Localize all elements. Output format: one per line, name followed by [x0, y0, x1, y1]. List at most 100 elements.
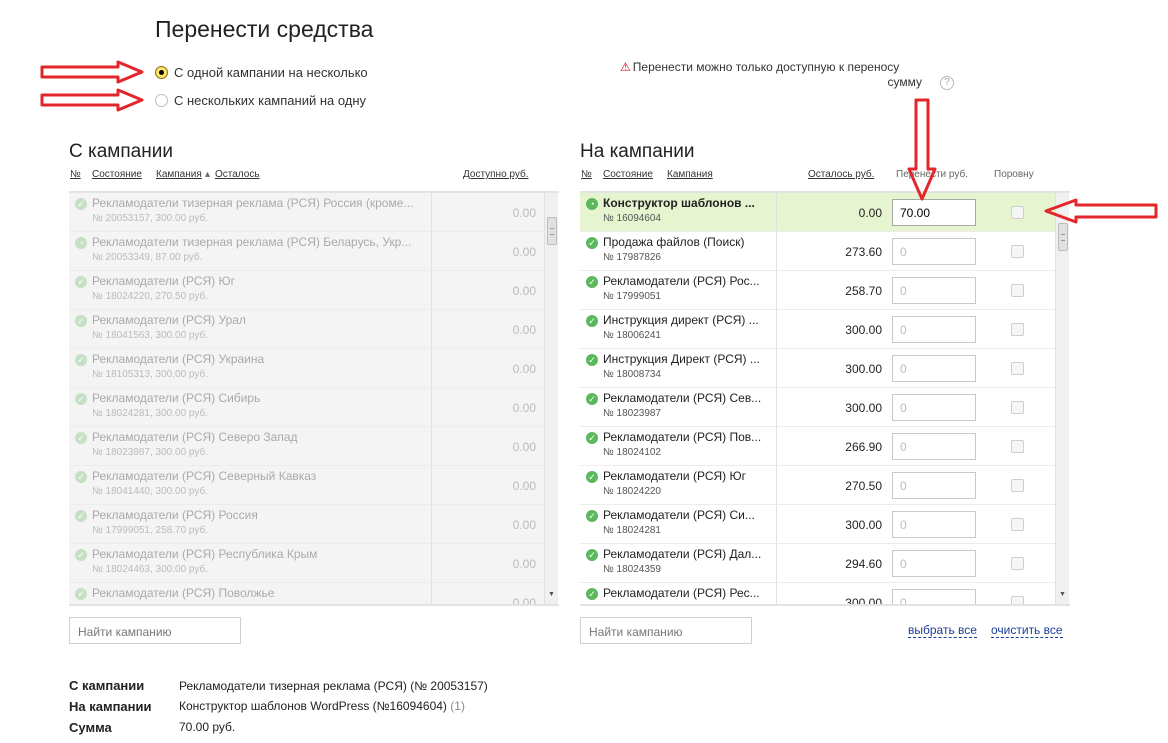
down-arrow-icon: [907, 98, 937, 201]
from-col-num[interactable]: №: [70, 169, 81, 180]
from-campaign-table: ✓ Рекламодатели тизерная реклама (РСЯ) Р…: [69, 191, 559, 606]
remaining-value: 273.60: [845, 245, 882, 259]
to-table-scrollbar[interactable]: ▼: [1055, 193, 1069, 604]
available-value: 0.00: [512, 401, 536, 415]
from-col-available[interactable]: Доступно руб.: [463, 169, 528, 180]
equal-checkbox[interactable]: [1011, 245, 1024, 258]
campaign-name: Рекламодатели (РСЯ) Россия: [92, 508, 258, 522]
from-col-remaining[interactable]: Осталось: [215, 169, 260, 180]
check-icon: ✓: [586, 393, 598, 405]
transfer-amount-input[interactable]: 0: [892, 550, 976, 577]
available-value: 0.00: [512, 518, 536, 532]
scroll-down-icon[interactable]: ▼: [1059, 591, 1066, 598]
equal-checkbox[interactable]: [1011, 518, 1024, 531]
table-row[interactable]: ✓ Рекламодатели (РСЯ) Дал... № 18024359 …: [580, 544, 1055, 583]
table-row[interactable]: ✓ Инструкция Директ (РСЯ) ... № 18008734…: [580, 349, 1055, 388]
table-row[interactable]: ✓ Продажа файлов (Поиск) № 17987826 273.…: [580, 232, 1055, 271]
check-icon: ✓: [75, 510, 87, 522]
campaign-number: № 18006241: [603, 330, 661, 341]
equal-checkbox[interactable]: [1011, 284, 1024, 297]
equal-checkbox[interactable]: [1011, 479, 1024, 492]
table-row[interactable]: ✓ Инструкция директ (РСЯ) ... № 18006241…: [580, 310, 1055, 349]
table-row[interactable]: ✓ Рекламодатели (РСЯ) Рес... 300.00 0: [580, 583, 1055, 606]
mode-option-label: С одной кампании на несколько: [174, 65, 368, 80]
equal-checkbox[interactable]: [1011, 440, 1024, 453]
table-row: ✓ Рекламодатели (РСЯ) Поволжье 0.00: [69, 583, 544, 604]
transfer-amount-input[interactable]: 0: [892, 589, 976, 604]
from-search-input[interactable]: Найти кампанию: [69, 617, 241, 644]
right-arrow-icon: [40, 88, 144, 112]
campaign-number: № 18024359: [603, 564, 661, 575]
summary-from-value: Рекламодатели тизерная реклама (РСЯ) (№ …: [179, 679, 488, 693]
campaign-info: № 18105313, 300.00 руб.: [92, 369, 208, 380]
table-row: ◔ Рекламодатели тизерная реклама (РСЯ) Б…: [69, 232, 544, 271]
campaign-info: № 20053349, 87.00 руб.: [92, 252, 203, 263]
transfer-amount-input[interactable]: 0: [892, 511, 976, 538]
table-row[interactable]: ✓ Рекламодатели (РСЯ) Сев... № 18023987 …: [580, 388, 1055, 427]
pending-icon: ◔: [75, 237, 87, 249]
to-search-input[interactable]: Найти кампанию: [580, 617, 752, 644]
available-value: 0.00: [512, 557, 536, 571]
transfer-amount-input[interactable]: 0: [892, 355, 976, 382]
warning-line-1: Перенести можно только доступную к перен…: [632, 60, 900, 74]
radio-selected-icon[interactable]: [155, 66, 168, 79]
available-value: 0.00: [512, 323, 536, 337]
scroll-thumb[interactable]: [1058, 223, 1068, 251]
transfer-amount-input[interactable]: 0: [892, 277, 976, 304]
to-col-equal: Поровну: [994, 169, 1034, 180]
campaign-name: Рекламодатели (РСЯ) Северо Запад: [92, 430, 298, 444]
to-col-campaign[interactable]: Кампания: [667, 169, 713, 180]
equal-checkbox[interactable]: [1011, 362, 1024, 375]
from-table-scrollbar[interactable]: ▼: [544, 193, 558, 604]
campaign-name: Рекламодатели (РСЯ) Си...: [603, 508, 755, 522]
to-col-num[interactable]: №: [581, 169, 592, 180]
warning-line-2: сумму: [887, 75, 923, 89]
equal-checkbox[interactable]: [1011, 323, 1024, 336]
clear-all-link[interactable]: очистить все: [991, 623, 1063, 638]
to-col-remaining[interactable]: Осталось руб.: [808, 169, 874, 180]
remaining-value: 300.00: [845, 362, 882, 376]
campaign-name: Рекламодатели тизерная реклама (РСЯ) Рос…: [92, 196, 414, 210]
to-col-state[interactable]: Состояние: [603, 169, 653, 180]
equal-checkbox[interactable]: [1011, 206, 1024, 219]
help-icon[interactable]: ?: [940, 76, 954, 90]
table-row[interactable]: ✓ Рекламодатели (РСЯ) Юг № 18024220 270.…: [580, 466, 1055, 505]
transfer-amount-input[interactable]: 0: [892, 238, 976, 265]
transfer-warning: ⚠ Перенести можно только доступную к пере…: [620, 60, 925, 90]
mode-option-one-to-many[interactable]: С одной кампании на несколько: [155, 65, 368, 80]
campaign-name: Рекламодатели (РСЯ) Дал...: [603, 547, 762, 561]
equal-checkbox[interactable]: [1011, 596, 1024, 604]
campaign-info: № 18023987, 300.00 руб.: [92, 447, 208, 458]
mode-option-many-to-one[interactable]: С нескольких кампаний на одну: [155, 93, 366, 108]
transfer-amount-input[interactable]: 0: [892, 433, 976, 460]
summary-to-label: На кампании: [69, 699, 152, 714]
table-row-selected[interactable]: ◔ Конструктор шаблонов ... № 16094604 0.…: [580, 193, 1055, 232]
transfer-amount-input[interactable]: 0: [892, 394, 976, 421]
available-value: 0.00: [512, 284, 536, 298]
table-row[interactable]: ✓ Рекламодатели (РСЯ) Пов... № 18024102 …: [580, 427, 1055, 466]
remaining-value: 300.00: [845, 596, 882, 606]
radio-unselected-icon[interactable]: [155, 94, 168, 107]
campaign-info: № 18041563, 300.00 руб.: [92, 330, 208, 341]
transfer-amount-input[interactable]: 0: [892, 472, 976, 499]
transfer-amount-input[interactable]: 70.00: [892, 199, 976, 226]
from-col-campaign[interactable]: Кампания: [156, 169, 202, 180]
equal-checkbox[interactable]: [1011, 557, 1024, 570]
table-row[interactable]: ✓ Рекламодатели (РСЯ) Си... № 18024281 3…: [580, 505, 1055, 544]
scroll-down-icon[interactable]: ▼: [548, 591, 555, 598]
remaining-value: 294.60: [845, 557, 882, 571]
table-row: ✓ Рекламодатели тизерная реклама (РСЯ) Р…: [69, 193, 544, 232]
summary-to-count: (1): [450, 699, 465, 713]
scroll-thumb[interactable]: [547, 217, 557, 245]
from-col-state[interactable]: Состояние: [92, 169, 142, 180]
table-row[interactable]: ✓ Рекламодатели (РСЯ) Рос... № 17999051 …: [580, 271, 1055, 310]
check-icon: ✓: [586, 588, 598, 600]
left-arrow-icon: [1044, 198, 1158, 224]
select-all-link[interactable]: выбрать все: [908, 623, 977, 638]
check-icon: ✓: [75, 315, 87, 327]
campaign-name: Рекламодатели (РСЯ) Украина: [92, 352, 265, 366]
available-value: 0.00: [512, 479, 536, 493]
transfer-amount-input[interactable]: 0: [892, 316, 976, 343]
equal-checkbox[interactable]: [1011, 401, 1024, 414]
check-icon: ✓: [75, 198, 87, 210]
